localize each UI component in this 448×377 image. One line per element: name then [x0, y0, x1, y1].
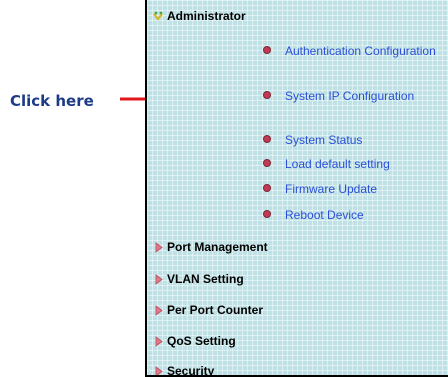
- menu-qos-setting[interactable]: QoS Setting: [153, 332, 236, 350]
- menu-port-management[interactable]: Port Management: [153, 238, 268, 256]
- submenu-label: System Status: [285, 133, 363, 147]
- menu-vlan-setting[interactable]: VLAN Setting: [153, 270, 244, 288]
- menu-security[interactable]: Security: [153, 362, 215, 377]
- submenu-firmware-update[interactable]: Firmware Update: [263, 182, 445, 197]
- bullet-icon: [263, 46, 271, 54]
- submenu-authentication-configuration[interactable]: Authentication Configuration: [263, 44, 445, 59]
- bullet-icon: [263, 184, 271, 192]
- collapsed-arrow-icon: [155, 365, 163, 375]
- submenu-system-ip-configuration[interactable]: System IP Configuration: [263, 89, 445, 104]
- expanded-folder-icon: [153, 11, 163, 21]
- bullet-icon: [263, 135, 271, 143]
- submenu-system-status[interactable]: System Status: [263, 133, 445, 148]
- menu-section-label: Per Port Counter: [167, 303, 264, 317]
- menu-administrator[interactable]: Administrator: [153, 7, 246, 25]
- menu-section-label: Port Management: [167, 240, 268, 254]
- submenu-label: Authentication Configuration: [285, 44, 436, 58]
- menu-section-label: QoS Setting: [167, 334, 236, 348]
- menu-per-port-counter[interactable]: Per Port Counter: [153, 301, 263, 319]
- navigation-menu: Administrator Authentication Configurati…: [145, 0, 448, 377]
- menu-section-label: Security: [167, 364, 215, 377]
- bullet-icon: [263, 210, 271, 218]
- collapsed-arrow-icon: [155, 304, 163, 316]
- menu-section-label: VLAN Setting: [167, 272, 244, 286]
- submenu-label: Reboot Device: [285, 208, 364, 222]
- menu-administrator-label: Administrator: [167, 9, 246, 23]
- submenu-load-default-setting[interactable]: Load default setting: [263, 157, 445, 172]
- submenu-reboot-device[interactable]: Reboot Device: [263, 208, 445, 223]
- collapsed-arrow-icon: [155, 241, 163, 253]
- click-here-annotation: Click here: [10, 92, 94, 110]
- collapsed-arrow-icon: [155, 335, 163, 347]
- bullet-icon: [263, 91, 271, 99]
- submenu-label: Load default setting: [285, 157, 390, 171]
- submenu-label: System IP Configuration: [285, 89, 415, 103]
- submenu-label: Firmware Update: [285, 182, 378, 196]
- collapsed-arrow-icon: [155, 273, 163, 285]
- bullet-icon: [263, 159, 271, 167]
